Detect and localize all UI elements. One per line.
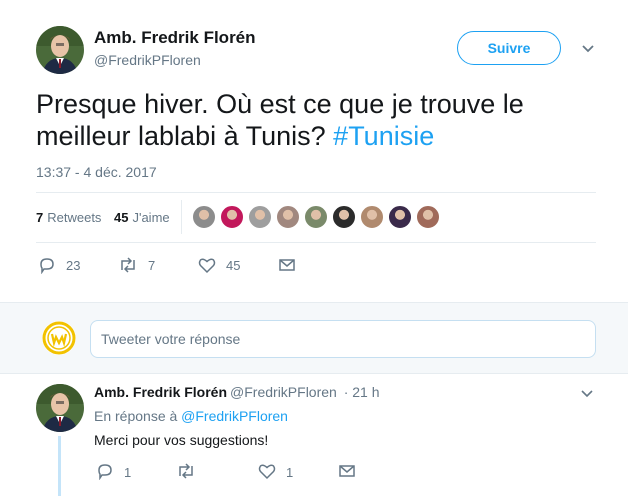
like-count: 45 [226,257,241,273]
retweet-action[interactable] [176,462,206,483]
liker-avatar[interactable] [276,205,300,229]
author-name[interactable]: Amb. Fredrik Florén [94,28,256,48]
user-avatar[interactable] [42,321,76,355]
message-action[interactable] [338,462,356,483]
reply-input[interactable]: Tweeter votre réponse [90,320,596,358]
reply-icon [96,462,114,483]
tweet-text-body: Presque hiver. Où est ce que je trouve l… [36,89,524,151]
in-reply-to: En réponse à @FredrikPFloren [94,408,288,424]
retweet-icon [118,256,138,274]
divider [36,192,596,193]
reply-author-name[interactable]: Amb. Fredrik Florén [94,384,227,400]
main-tweet: Amb. Fredrik Florén @FredrikPFloren Suiv… [0,0,628,302]
in-reply-handle-link[interactable]: @FredrikPFloren [181,408,288,424]
message-action[interactable] [278,256,296,274]
retweet-action[interactable]: 7 [118,256,155,274]
retweet-count: 7 [148,257,156,273]
likes-label: J'aime [132,210,170,225]
reply-action[interactable]: 23 [38,256,80,274]
chevron-down-icon[interactable] [580,40,596,56]
reply-icon [38,256,56,274]
retweets-label: Retweets [47,210,102,225]
liker-avatar[interactable] [416,205,440,229]
like-action[interactable]: 45 [198,256,240,274]
retweets-stat[interactable]: 7 Retweets [36,210,101,225]
reply-action[interactable]: 1 [96,462,131,483]
liker-avatar[interactable] [360,205,384,229]
likes-count: 45 [114,210,129,225]
chevron-down-icon[interactable] [580,386,594,400]
in-reply-prefix: En réponse à [94,408,182,424]
retweet-icon [176,462,196,483]
reply-composer: Tweeter votre réponse [0,302,628,374]
author-handle[interactable]: @FredrikPFloren [94,52,201,68]
like-action[interactable]: 1 [258,462,293,483]
liker-avatar[interactable] [220,205,244,229]
reply-text: Merci pour vos suggestions! [94,432,269,448]
liker-avatar[interactable] [388,205,412,229]
reply-count: 23 [66,257,81,273]
hashtag-link[interactable]: #Tunisie [333,121,434,151]
heart-icon [198,256,216,274]
follow-button[interactable]: Suivre [457,31,561,65]
author-avatar[interactable] [36,26,84,74]
envelope-icon [338,462,356,483]
reply-time[interactable]: · 21 h [344,384,380,400]
liker-avatar[interactable] [192,205,216,229]
divider [181,200,182,234]
liker-avatar[interactable] [304,205,328,229]
reply-count: 1 [124,465,132,480]
liker-avatar[interactable] [248,205,272,229]
tweet-text: Presque hiver. Où est ce que je trouve l… [36,88,596,152]
like-count: 1 [286,465,294,480]
tweet-timestamp[interactable]: 13:37 - 4 déc. 2017 [36,164,157,180]
reply-author-avatar[interactable] [36,384,84,432]
thread-line [58,436,61,496]
likes-stat[interactable]: 45 J'aime [114,210,170,225]
divider [36,242,596,243]
envelope-icon [278,256,296,274]
liker-avatar[interactable] [332,205,356,229]
heart-icon [258,462,276,483]
liker-avatars [192,205,440,229]
reply-header: Amb. Fredrik Florén @FredrikPFloren · 21 … [94,384,380,400]
reply-author-handle[interactable]: @FredrikPFloren [230,384,337,400]
retweets-count: 7 [36,210,44,225]
